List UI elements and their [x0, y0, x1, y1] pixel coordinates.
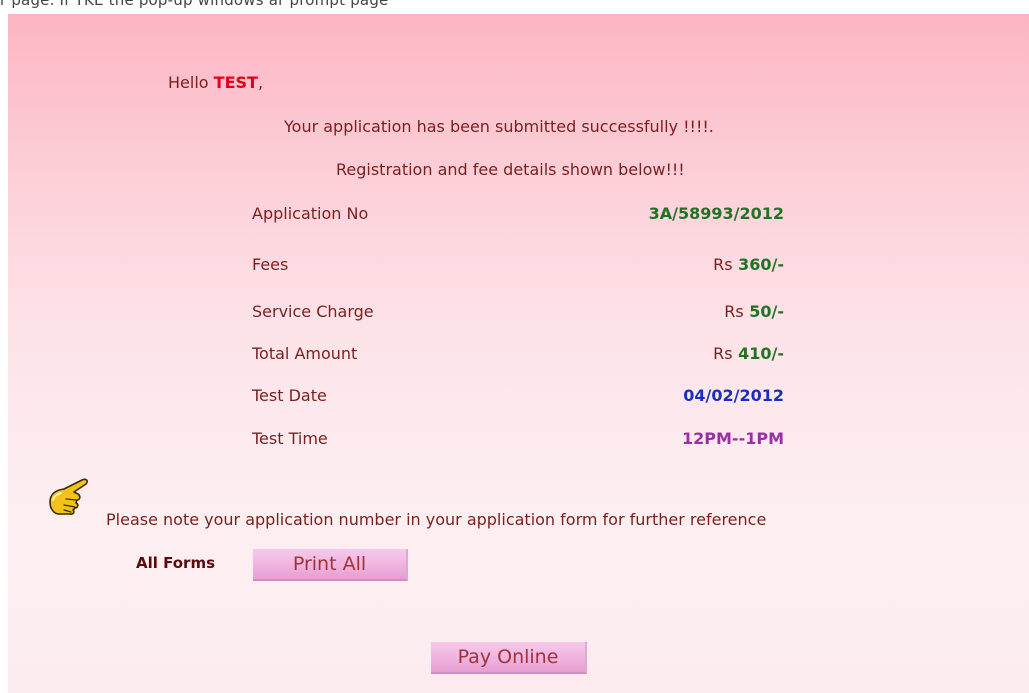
greeting-prefix: Hello — [168, 73, 209, 92]
fees-label: Fees — [252, 255, 289, 274]
total-amount-value: Rs 410/- — [713, 344, 784, 363]
total-amount-label: Total Amount — [252, 344, 358, 363]
greeting: Hello TEST, — [168, 73, 263, 92]
details-message: Registration and fee details shown below… — [336, 160, 685, 179]
note-message: Please note your application number in y… — [106, 510, 767, 529]
pay-online-button[interactable]: Pay Online — [431, 642, 587, 674]
all-forms-label: All Forms — [136, 554, 216, 572]
top-strip-text: r page. If TKE the pop-up windows ar pro… — [0, 0, 389, 9]
application-no-value: 3A/58993/2012 — [648, 204, 784, 223]
top-strip: r page. If TKE the pop-up windows ar pro… — [0, 0, 1029, 14]
print-all-button[interactable]: Print All — [253, 549, 408, 581]
fees-amount: 360/- — [738, 255, 784, 274]
confirmation-panel: Hello TEST, Your application has been su… — [8, 14, 1029, 693]
fees-currency: Rs — [713, 255, 733, 274]
total-amount-amount: 410/- — [738, 344, 784, 363]
service-charge-currency: Rs — [724, 302, 744, 321]
test-date-label: Test Date — [252, 386, 327, 405]
test-date-value: 04/02/2012 — [683, 386, 784, 405]
page: r page. If TKE the pop-up windows ar pro… — [0, 0, 1029, 693]
test-time-label: Test Time — [252, 429, 328, 448]
success-message: Your application has been submitted succ… — [284, 117, 714, 136]
application-no-label: Application No — [252, 204, 369, 223]
pointing-hand-icon — [49, 478, 88, 515]
total-amount-currency: Rs — [713, 344, 733, 363]
fees-value: Rs 360/- — [713, 255, 784, 274]
service-charge-amount: 50/- — [749, 302, 784, 321]
greeting-suffix: , — [257, 73, 264, 92]
greeting-name: TEST — [213, 73, 258, 92]
test-time-value: 12PM--1PM — [682, 429, 784, 448]
service-charge-label: Service Charge — [252, 302, 374, 321]
service-charge-value: Rs 50/- — [724, 302, 784, 321]
